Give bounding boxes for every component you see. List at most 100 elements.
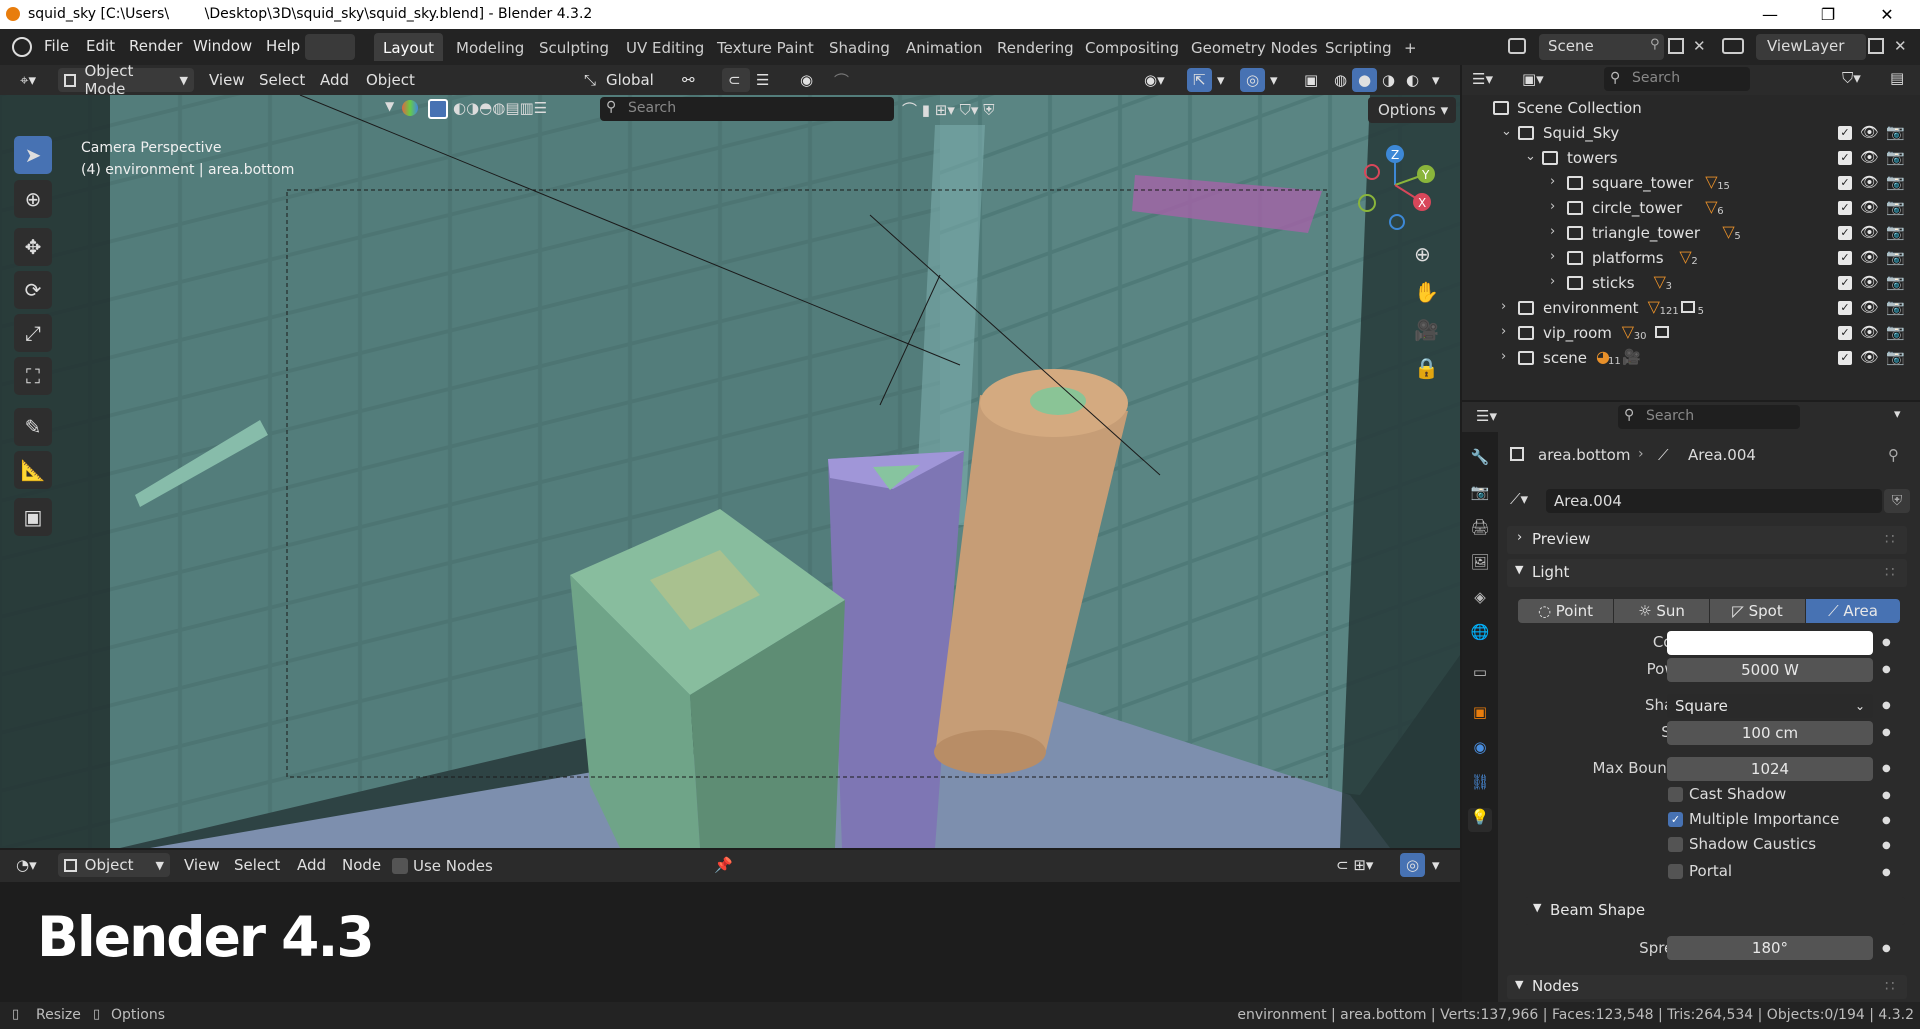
render-camera-icon[interactable]: 📷 [1886, 298, 1905, 316]
render-camera-icon[interactable]: 📷 [1886, 123, 1905, 141]
drag-handle-icon[interactable]: ∷ [1885, 530, 1895, 548]
falloff-icon[interactable]: ⌒ [828, 68, 855, 92]
view-layer-icon[interactable] [1722, 38, 1744, 54]
filter-mesh-icon[interactable]: ◐◑◓◍▤▥☰ [453, 99, 547, 117]
preview-panel-header[interactable]: › Preview ∷ [1507, 526, 1907, 554]
tab-animation[interactable]: Animation [897, 33, 991, 61]
world-tab-icon[interactable]: 🌐 [1468, 623, 1492, 647]
navigation-gizmo[interactable]: Z Y X [1350, 140, 1440, 230]
menu-edit[interactable]: Edit [86, 37, 115, 55]
outliner-row-squid-sky[interactable]: ⌄ Squid_Sky ✓ 👁 📷 [1462, 121, 1920, 146]
rendered-shading-icon[interactable]: ◐ [1400, 68, 1425, 92]
output-tab-icon[interactable]: 🖨 [1468, 518, 1492, 542]
tab-layout[interactable]: Layout [374, 33, 443, 61]
eye-icon[interactable]: 👁 [1860, 298, 1879, 316]
gizmo-toggle-icon[interactable]: ⇱ [1187, 68, 1212, 92]
mesh-data-icon[interactable]: ▽ [1622, 322, 1634, 341]
keyframe-dot-icon[interactable]: ● [1882, 637, 1891, 648]
datablock-name-field[interactable]: Area.004 [1546, 489, 1882, 513]
eye-icon[interactable]: 👁 [1860, 323, 1879, 341]
gizmo-dropdown-icon[interactable]: ▾ [1211, 68, 1231, 92]
menu-object[interactable]: Object [360, 68, 421, 92]
shader-editor-icon[interactable]: ◔▾ [10, 853, 43, 877]
outliner-row-towers[interactable]: ⌄ towers ✓ 👁 📷 [1462, 146, 1920, 171]
measure-tool[interactable]: 📐 [14, 451, 52, 489]
drag-handle-icon[interactable]: ∷ [1885, 977, 1895, 995]
outliner-root[interactable]: Scene Collection [1462, 96, 1920, 121]
use-nodes-checkbox[interactable] [392, 858, 408, 874]
solid-shading-icon[interactable]: ● [1352, 68, 1378, 92]
chevron-right-icon[interactable]: › [1550, 224, 1555, 239]
max-bounces-field[interactable]: 1024 [1667, 757, 1873, 781]
collection-icon[interactable] [1680, 301, 1695, 313]
pin-icon[interactable]: 📌 [708, 853, 739, 877]
keyframe-dot-icon[interactable]: ● [1882, 790, 1891, 801]
eye-icon[interactable]: 👁 [1860, 223, 1879, 241]
keyframe-dot-icon[interactable]: ● [1882, 840, 1891, 851]
outliner-row-triangle-tower[interactable]: › triangle_tower ▽ 5 ✓ 👁 📷 [1462, 221, 1920, 246]
tab-modeling[interactable]: Modeling [447, 33, 533, 61]
exclude-checkbox[interactable]: ✓ [1838, 301, 1852, 315]
render-camera-icon[interactable]: 📷 [1886, 223, 1905, 241]
keyframe-dot-icon[interactable]: ● [1882, 664, 1891, 675]
shader-type-selector[interactable]: Object ▼ [58, 853, 170, 877]
power-field[interactable]: 5000 W [1667, 658, 1873, 682]
render-camera-icon[interactable]: 📷 [1886, 173, 1905, 191]
render-camera-icon[interactable]: 📷 [1886, 248, 1905, 266]
minimize-button[interactable]: — [1747, 0, 1793, 29]
eye-icon[interactable]: 👁 [1860, 248, 1879, 266]
keyframe-dot-icon[interactable]: ● [1882, 763, 1891, 774]
xray-icon[interactable]: ▣ [1298, 68, 1324, 92]
outliner-row-sticks[interactable]: › sticks ▽ 3 ✓ 👁 📷 [1462, 271, 1920, 296]
pin-icon[interactable]: ⚲ [1888, 446, 1899, 464]
orientation-label[interactable]: Global [600, 68, 660, 92]
exclude-checkbox[interactable]: ✓ [1838, 251, 1852, 265]
render-camera-icon[interactable]: 📷 [1886, 348, 1905, 366]
multiple-importance-checkbox[interactable]: ✓ [1668, 812, 1683, 827]
mesh-data-icon[interactable]: ▽ [1679, 247, 1691, 266]
eye-icon[interactable]: 👁 [1860, 273, 1879, 291]
delete-view-layer-icon[interactable]: ✕ [1894, 37, 1907, 55]
node-overlay-icon[interactable]: ◎ [1400, 853, 1426, 877]
annotate-tool[interactable]: ✎ [14, 408, 52, 446]
scene-tab-icon[interactable]: ◈ [1468, 588, 1492, 612]
render-camera-icon[interactable]: 📷 [1886, 148, 1905, 166]
light-type-area[interactable]: ⟋ Area [1806, 599, 1900, 623]
render-tab-icon[interactable]: 📷 [1468, 483, 1492, 507]
exclude-checkbox[interactable]: ✓ [1838, 326, 1852, 340]
workspace-selector-icon[interactable] [305, 34, 355, 60]
tab-geometry-nodes[interactable]: Geometry Nodes [1182, 33, 1327, 61]
tab-sculpting[interactable]: Sculpting [530, 33, 618, 61]
nodes-panel-header[interactable]: ▼ Nodes ∷ [1507, 975, 1907, 999]
menu-help[interactable]: Help [266, 37, 300, 55]
wireframe-shading-icon[interactable]: ◍ [1328, 68, 1353, 92]
chevron-down-icon[interactable]: ⌄ [1525, 149, 1536, 164]
light-panel-header[interactable]: ▼ Light ∷ [1507, 559, 1907, 587]
move-tool[interactable]: ✥ [14, 228, 52, 266]
portal-checkbox[interactable] [1668, 864, 1683, 879]
rotate-tool[interactable]: ⟳ [14, 271, 52, 309]
mesh-data-icon[interactable]: ▽ [1722, 222, 1734, 241]
display-mode-icon[interactable]: ▣▾ [1522, 70, 1544, 88]
mesh-data-icon[interactable]: ▽ [1705, 197, 1717, 216]
node-menu-select[interactable]: Select [228, 853, 286, 877]
menu-select[interactable]: Select [253, 68, 311, 92]
exclude-checkbox[interactable]: ✓ [1838, 176, 1852, 190]
chevron-right-icon[interactable]: › [1501, 324, 1506, 339]
exclude-checkbox[interactable]: ✓ [1838, 201, 1852, 215]
menu-add[interactable]: Add [314, 68, 355, 92]
camera-view-icon[interactable]: 🎥 [1414, 318, 1439, 342]
tab-shading[interactable]: Shading [820, 33, 899, 61]
tab-uv-editing[interactable]: UV Editing [617, 33, 713, 61]
size-field[interactable]: 100 cm [1667, 721, 1873, 745]
filter-icon[interactable]: ⛉▾ [1842, 69, 1861, 87]
transform-orientation-icon[interactable]: ⤡ [578, 68, 602, 92]
chevron-right-icon[interactable]: › [1501, 349, 1506, 364]
eye-icon[interactable]: 👁 [1860, 123, 1879, 141]
pin-scene-icon[interactable]: ⚲ [1650, 37, 1660, 52]
3d-viewport[interactable] [0, 95, 1460, 848]
outliner-editor-icon[interactable]: ☰▾ [1472, 70, 1493, 88]
chevron-down-icon[interactable]: ⌄ [1501, 124, 1512, 139]
exclude-checkbox[interactable]: ✓ [1838, 351, 1852, 365]
node-menu-view[interactable]: View [178, 853, 226, 877]
